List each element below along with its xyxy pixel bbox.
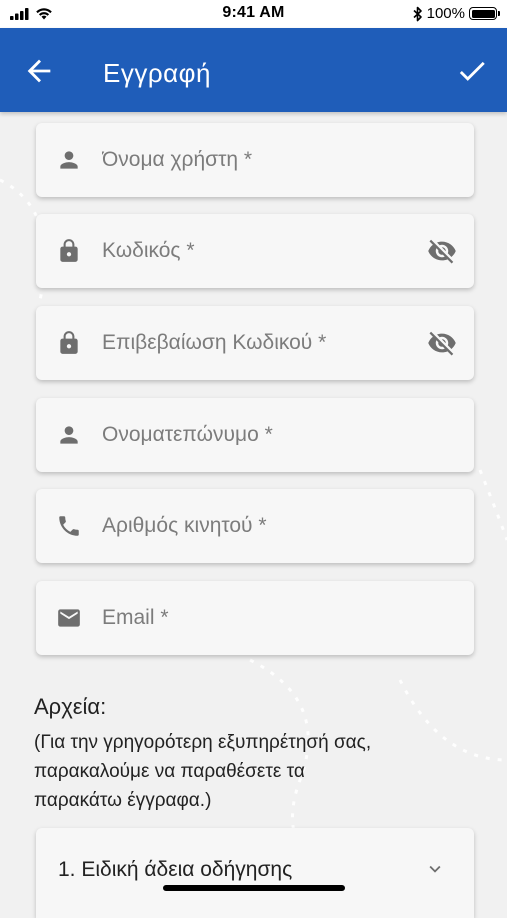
- mobile-field[interactable]: [36, 489, 474, 563]
- email-input[interactable]: [102, 581, 402, 655]
- confirm-password-input[interactable]: [102, 306, 402, 380]
- lock-icon: [60, 331, 78, 354]
- bluetooth-icon: [413, 6, 422, 21]
- confirm-button[interactable]: [455, 54, 489, 88]
- files-note-line: (Για την γρηγορότερη εξυπηρέτησή σας,: [34, 732, 372, 753]
- person-icon: [60, 426, 78, 444]
- battery-percentage: 100%: [426, 5, 465, 22]
- battery-level-fill: [471, 9, 495, 18]
- full-name-field[interactable]: [36, 398, 474, 472]
- username-input[interactable]: [102, 123, 402, 197]
- battery-icon: [469, 7, 500, 20]
- file-item-label: 1. Ειδική άδεια οδήγησης: [58, 858, 293, 881]
- status-bar: 9:41 AM 100%: [0, 0, 507, 28]
- page-title: Εγγραφή: [103, 58, 211, 88]
- password-field[interactable]: [36, 214, 474, 288]
- arrow-back-icon: [27, 59, 51, 83]
- mail-icon: [58, 609, 80, 627]
- mobile-input[interactable]: [102, 489, 402, 563]
- person-icon: [60, 151, 78, 169]
- back-button[interactable]: [22, 54, 56, 88]
- email-field[interactable]: [36, 581, 474, 655]
- phone-icon: [59, 516, 79, 536]
- confirm-password-field[interactable]: [36, 306, 474, 380]
- files-heading: Αρχεία:: [34, 694, 107, 719]
- files-note-line: παρακάτω έγγραφα.): [34, 790, 212, 811]
- files-note-line: παρακαλούμε να παραθέσετε τα: [34, 761, 305, 782]
- visibility-off-icon[interactable]: [426, 236, 458, 266]
- files-note: (Για την γρηγορότερη εξυπηρέτησή σας, πα…: [34, 728, 484, 815]
- visibility-off-icon[interactable]: [426, 328, 458, 358]
- password-input[interactable]: [102, 214, 402, 288]
- app-bar: Εγγραφή: [0, 28, 507, 112]
- chevron-down-icon[interactable]: [424, 858, 446, 880]
- file-item-special-license[interactable]: 1. Ειδική άδεια οδήγησης: [36, 828, 474, 918]
- username-field[interactable]: [36, 123, 474, 197]
- full-name-input[interactable]: [102, 398, 402, 472]
- check-icon: [459, 61, 485, 81]
- home-indicator: [163, 885, 345, 891]
- status-right: 100%: [413, 5, 500, 22]
- lock-icon: [60, 239, 78, 262]
